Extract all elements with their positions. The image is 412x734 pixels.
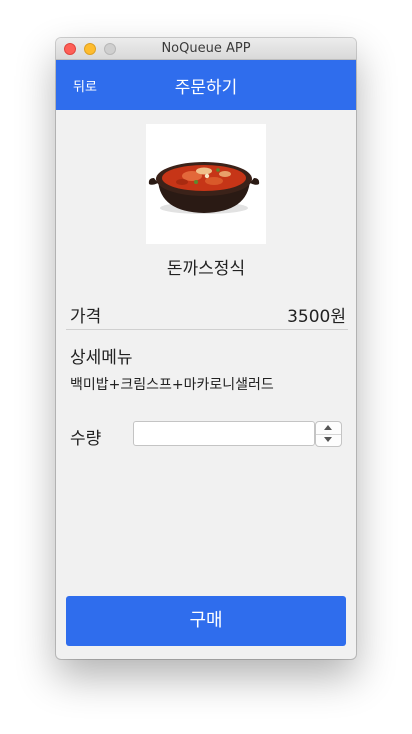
divider bbox=[66, 329, 348, 330]
price-label: 가격 bbox=[70, 307, 102, 327]
detail-menu-text: 백미밥+크림스프+마카로니샐러드 bbox=[70, 377, 274, 393]
purchase-button[interactable]: 구매 bbox=[66, 596, 346, 646]
food-image bbox=[146, 124, 266, 244]
detail-menu-label: 상세메뉴 bbox=[70, 348, 133, 368]
app-window: NoQueue APP 뒤로 주문하기 돈까스정식 가격 3500원 상세메뉴 … bbox=[56, 38, 356, 659]
arrow-up-icon bbox=[324, 425, 332, 430]
quantity-stepper[interactable] bbox=[315, 421, 342, 447]
page-title: 주문하기 bbox=[174, 78, 238, 98]
quantity-label: 수량 bbox=[70, 429, 102, 449]
menu-item-name: 돈까스정식 bbox=[166, 259, 246, 279]
price-value: 3500원 bbox=[287, 307, 346, 327]
window-title: NoQueue APP bbox=[161, 41, 251, 56]
title-bar: NoQueue APP bbox=[56, 38, 356, 60]
decrement-button[interactable] bbox=[316, 434, 341, 446]
arrow-down-icon bbox=[324, 437, 332, 442]
quantity-input[interactable] bbox=[133, 421, 315, 446]
navigation-bar: 뒤로 주문하기 bbox=[56, 60, 356, 110]
